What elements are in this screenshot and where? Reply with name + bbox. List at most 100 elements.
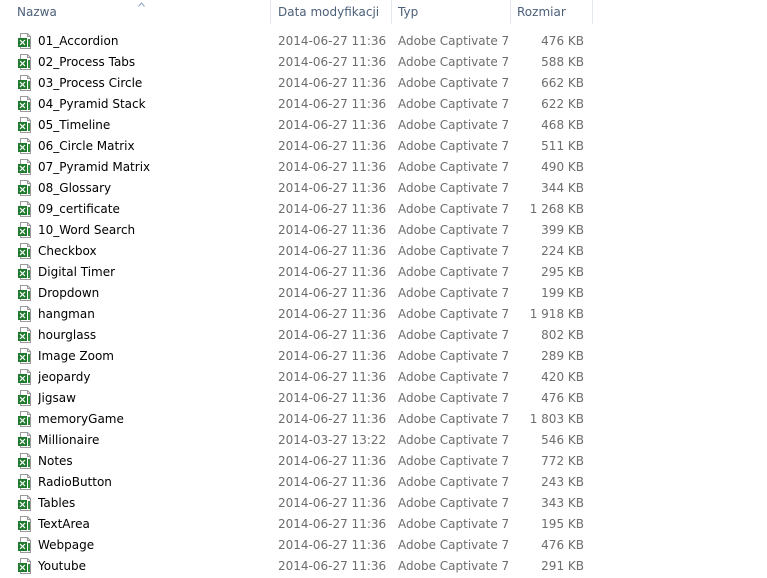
file-size: 588 KB	[541, 55, 584, 69]
captivate-file-icon	[18, 348, 31, 364]
file-type: Adobe Captivate 7...	[398, 97, 508, 111]
column-header-size[interactable]: Rozmiar	[511, 0, 591, 24]
file-size: 490 KB	[541, 160, 584, 174]
file-name: 10_Word Search	[38, 223, 136, 237]
file-row[interactable]: Dropdown 2014-06-27 11:36 Adobe Captivate …	[0, 283, 767, 304]
file-row[interactable]: Millionaire 2014-03-27 13:22 Adobe Captiva…	[0, 430, 767, 451]
column-divider[interactable]	[592, 0, 593, 24]
file-modified-date: 2014-06-27 11:36	[278, 34, 387, 48]
file-name: Notes	[38, 454, 73, 468]
file-modified-date: 2014-06-27 11:36	[278, 97, 387, 111]
file-name: 05_Timeline	[38, 118, 111, 132]
file-row[interactable]: Webpage 2014-06-27 11:36 Adobe Captivate 7…	[0, 535, 767, 556]
file-row[interactable]: 10_Word Search 2014-06-27 11:36 Adobe Capt…	[0, 220, 767, 241]
captivate-file-icon	[18, 222, 31, 238]
file-row[interactable]: 08_Glossary 2014-06-27 11:36 Adobe Captiva…	[0, 178, 767, 199]
captivate-file-icon	[18, 243, 31, 259]
file-row[interactable]: Notes 2014-06-27 11:36 Adobe Captivate 7..…	[0, 451, 767, 472]
file-modified-date: 2014-06-27 11:36	[278, 538, 387, 552]
file-row[interactable]: Tables 2014-06-27 11:36 Adobe Captivate 7.…	[0, 493, 767, 514]
column-header-date[interactable]: Data modyfikacji	[272, 0, 390, 24]
file-type: Adobe Captivate 7...	[398, 517, 508, 531]
captivate-file-icon	[18, 180, 31, 196]
file-modified-date: 2014-06-27 11:36	[278, 349, 387, 363]
file-name: Millionaire	[38, 433, 100, 447]
file-name: 09_certificate	[38, 202, 120, 216]
file-size: 1 803 KB	[529, 412, 584, 426]
file-row[interactable]: Jigsaw 2014-06-27 11:36 Adobe Captivate 7.…	[0, 388, 767, 409]
file-row[interactable]: TextArea 2014-06-27 11:36 Adobe Captivate …	[0, 514, 767, 535]
captivate-file-icon	[18, 201, 31, 217]
file-size: 476 KB	[541, 34, 584, 48]
file-modified-date: 2014-06-27 11:36	[278, 517, 387, 531]
file-name: 03_Process Circle	[38, 76, 143, 90]
file-modified-date: 2014-06-27 11:36	[278, 265, 387, 279]
captivate-file-icon	[18, 558, 31, 574]
captivate-file-icon	[18, 453, 31, 469]
column-header-bar: Nazwa Data modyfikacji Typ Rozmiar	[0, 0, 767, 24]
file-type: Adobe Captivate 7...	[398, 370, 508, 384]
file-name: Digital Timer	[38, 265, 116, 279]
file-name: Tables	[38, 496, 76, 510]
file-name: Dropdown	[38, 286, 100, 300]
file-size: 243 KB	[541, 475, 584, 489]
file-row[interactable]: 04_Pyramid Stack 2014-06-27 11:36 Adobe Ca…	[0, 94, 767, 115]
captivate-file-icon	[18, 474, 31, 490]
file-type: Adobe Captivate 7...	[398, 181, 508, 195]
captivate-file-icon	[18, 117, 31, 133]
file-row[interactable]: 03_Process Circle 2014-06-27 11:36 Adobe C…	[0, 73, 767, 94]
captivate-file-icon	[18, 306, 31, 322]
file-size: 199 KB	[541, 286, 584, 300]
file-size: 662 KB	[541, 76, 584, 90]
file-modified-date: 2014-06-27 11:36	[278, 118, 387, 132]
file-name: 04_Pyramid Stack	[38, 97, 146, 111]
file-size: 420 KB	[541, 370, 584, 384]
file-type: Adobe Captivate 7...	[398, 496, 508, 510]
file-row[interactable]: Digital Timer 2014-06-27 11:36 Adobe Capti…	[0, 262, 767, 283]
file-name: Checkbox	[38, 244, 97, 258]
file-size: 802 KB	[541, 328, 584, 342]
file-row[interactable]: hangman 2014-06-27 11:36 Adobe Captivate 7…	[0, 304, 767, 325]
file-row[interactable]: 06_Circle Matrix 2014-06-27 11:36 Adobe Ca…	[0, 136, 767, 157]
file-row[interactable]: 02_Process Tabs 2014-06-27 11:36 Adobe Cap…	[0, 52, 767, 73]
file-row[interactable]: hourglass 2014-06-27 11:36 Adobe Captivate…	[0, 325, 767, 346]
file-modified-date: 2014-06-27 11:36	[278, 160, 387, 174]
file-type: Adobe Captivate 7...	[398, 349, 508, 363]
file-row[interactable]: 07_Pyramid Matrix 2014-06-27 11:36 Adobe C…	[0, 157, 767, 178]
file-row[interactable]: Image Zoom 2014-06-27 11:36 Adobe Captivat…	[0, 346, 767, 367]
captivate-file-icon	[18, 495, 31, 511]
captivate-file-icon	[18, 96, 31, 112]
file-type: Adobe Captivate 7...	[398, 118, 508, 132]
column-divider[interactable]	[270, 0, 271, 24]
file-size: 224 KB	[541, 244, 584, 258]
file-name: TextArea	[38, 517, 90, 531]
file-type: Adobe Captivate 7...	[398, 34, 508, 48]
file-type: Adobe Captivate 7...	[398, 328, 508, 342]
file-row[interactable]: 09_certificate 2014-06-27 11:36 Adobe Capt…	[0, 199, 767, 220]
file-name: RadioButton	[38, 475, 112, 489]
file-row[interactable]: Youtube 2014-06-27 11:36 Adobe Captivate 7…	[0, 556, 767, 577]
captivate-file-icon	[18, 75, 31, 91]
file-type: Adobe Captivate 7...	[398, 475, 508, 489]
file-modified-date: 2014-06-27 11:36	[278, 55, 387, 69]
file-name: 06_Circle Matrix	[38, 139, 135, 153]
column-header-type[interactable]: Typ	[392, 0, 509, 24]
captivate-file-icon	[18, 390, 31, 406]
captivate-file-icon	[18, 33, 31, 49]
file-row[interactable]: 05_Timeline 2014-06-27 11:36 Adobe Captiva…	[0, 115, 767, 136]
captivate-file-icon	[18, 285, 31, 301]
file-modified-date: 2014-06-27 11:36	[278, 139, 387, 153]
file-row[interactable]: memoryGame 2014-06-27 11:36 Adobe Captivat…	[0, 409, 767, 430]
file-row[interactable]: 01_Accordion 2014-06-27 11:36 Adobe Captiv…	[0, 31, 767, 52]
captivate-file-icon	[18, 516, 31, 532]
file-type: Adobe Captivate 7...	[398, 412, 508, 426]
file-size: 476 KB	[541, 391, 584, 405]
captivate-file-icon	[18, 411, 31, 427]
file-name: 07_Pyramid Matrix	[38, 160, 151, 174]
file-name: Image Zoom	[38, 349, 114, 363]
file-modified-date: 2014-06-27 11:36	[278, 307, 387, 321]
file-row[interactable]: RadioButton 2014-06-27 11:36 Adobe Captiva…	[0, 472, 767, 493]
file-row[interactable]: Checkbox 2014-06-27 11:36 Adobe Captivate …	[0, 241, 767, 262]
file-name: 08_Glossary	[38, 181, 112, 195]
file-row[interactable]: jeopardy 2014-06-27 11:36 Adobe Captivate …	[0, 367, 767, 388]
